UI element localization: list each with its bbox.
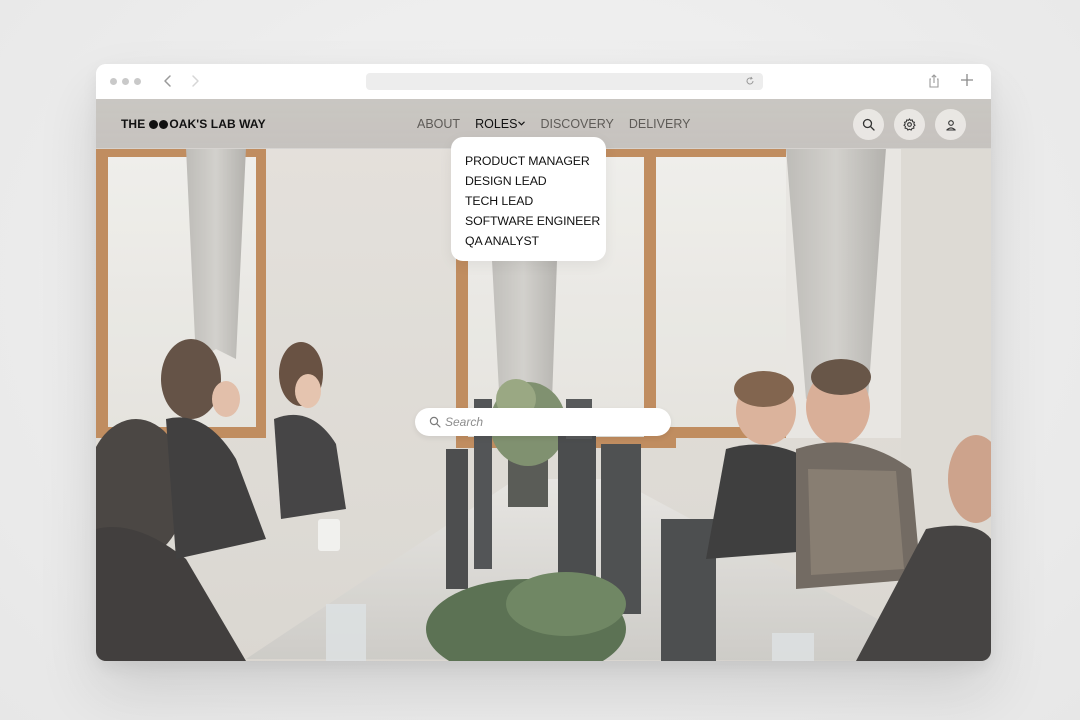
nav-item-delivery[interactable]: DELIVERY [629, 117, 691, 131]
dropdown-item-design-lead[interactable]: DESIGN LEAD [465, 171, 606, 191]
nav-item-roles-label: ROLES [475, 117, 518, 131]
logo-prefix: THE [121, 117, 146, 131]
maximize-window-dot[interactable] [134, 78, 141, 85]
nav-item-discovery[interactable]: DISCOVERY [540, 117, 613, 131]
gear-icon [903, 118, 916, 131]
new-tab-icon[interactable] [960, 73, 974, 87]
logo-mark-icon [149, 119, 169, 129]
search-input[interactable] [445, 408, 655, 436]
settings-button[interactable] [894, 109, 925, 140]
back-arrow-icon[interactable] [160, 73, 176, 89]
browser-toolbar [96, 64, 991, 99]
forward-arrow-icon[interactable] [187, 73, 203, 89]
site-logo[interactable]: THE OAK'S LAB WAY [121, 117, 266, 131]
share-icon[interactable] [928, 74, 940, 88]
roles-dropdown-menu: PRODUCT MANAGER DESIGN LEAD TECH LEAD SO… [451, 137, 606, 261]
chevron-down-icon [518, 121, 526, 126]
account-button[interactable] [935, 109, 966, 140]
web-page: THE OAK'S LAB WAY ABOUT ROLES DISCOVERY … [96, 99, 991, 661]
nav-item-roles[interactable]: ROLES [475, 117, 526, 131]
header-search-button[interactable] [853, 109, 884, 140]
search-icon [429, 416, 441, 428]
address-bar[interactable] [366, 73, 763, 90]
logo-suffix: OAK'S LAB WAY [169, 117, 266, 131]
window-controls [110, 78, 141, 85]
hero-search-box [415, 408, 671, 436]
search-icon [862, 118, 875, 131]
minimize-window-dot[interactable] [122, 78, 129, 85]
dropdown-item-product-manager[interactable]: PRODUCT MANAGER [465, 151, 606, 171]
desktop-background: THE OAK'S LAB WAY ABOUT ROLES DISCOVERY … [0, 0, 1080, 720]
nav-item-about[interactable]: ABOUT [417, 117, 460, 131]
user-icon [945, 119, 956, 131]
reload-icon[interactable] [745, 76, 755, 86]
close-window-dot[interactable] [110, 78, 117, 85]
dropdown-item-qa-analyst[interactable]: QA ANALYST [465, 231, 606, 251]
dropdown-item-tech-lead[interactable]: TECH LEAD [465, 191, 606, 211]
browser-window: THE OAK'S LAB WAY ABOUT ROLES DISCOVERY … [96, 64, 991, 661]
main-nav: ABOUT ROLES DISCOVERY DELIVERY [417, 117, 690, 131]
dropdown-item-software-engineer[interactable]: SOFTWARE ENGINEER [465, 211, 606, 231]
